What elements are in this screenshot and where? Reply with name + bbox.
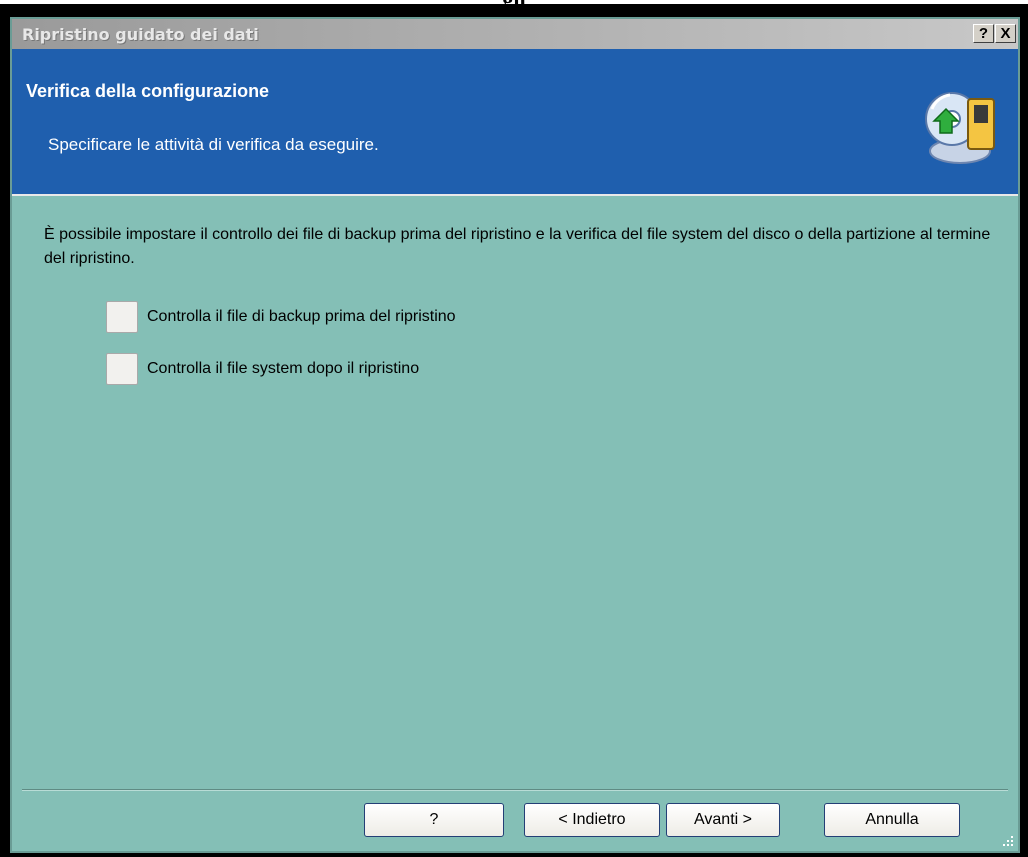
outer-frame: Ripristino guidato dei dati ? X Verifica…	[0, 4, 1028, 857]
restore-disk-icon	[925, 92, 995, 164]
check-backup-label[interactable]: Controlla il file di backup prima del ri…	[147, 308, 456, 326]
help-title-button[interactable]: ?	[973, 24, 994, 43]
check-backup-checkbox[interactable]	[106, 301, 138, 333]
description-text: È possibile impostare il controllo dei f…	[44, 226, 991, 267]
help-button[interactable]: ?	[364, 803, 504, 837]
window-title: Ripristino guidato dei dati	[22, 25, 259, 44]
checkbox-row-check-backup[interactable]: Controlla il file di backup prima del ri…	[106, 301, 456, 333]
back-button[interactable]: < Indietro	[524, 803, 660, 837]
next-button[interactable]: Avanti >	[666, 803, 780, 837]
checkbox-row-check-filesystem[interactable]: Controlla il file system dopo il riprist…	[106, 353, 419, 385]
resize-grip-icon[interactable]	[1000, 833, 1014, 847]
check-filesystem-label[interactable]: Controlla il file system dopo il riprist…	[147, 360, 419, 378]
title-bar[interactable]: Ripristino guidato dei dati ? X	[12, 19, 1018, 49]
check-filesystem-checkbox[interactable]	[106, 353, 138, 385]
cancel-button[interactable]: Annulla	[824, 803, 960, 837]
wizard-header: Verifica della configurazione Specificar…	[12, 49, 1018, 196]
footer-separator	[22, 789, 1008, 791]
page-subtitle: Specificare le attività di verifica da e…	[48, 135, 379, 154]
close-title-button[interactable]: X	[995, 24, 1016, 43]
wizard-window: Ripristino guidato dei dati ? X Verifica…	[10, 17, 1020, 853]
page-title: Verifica della configurazione	[26, 81, 270, 101]
